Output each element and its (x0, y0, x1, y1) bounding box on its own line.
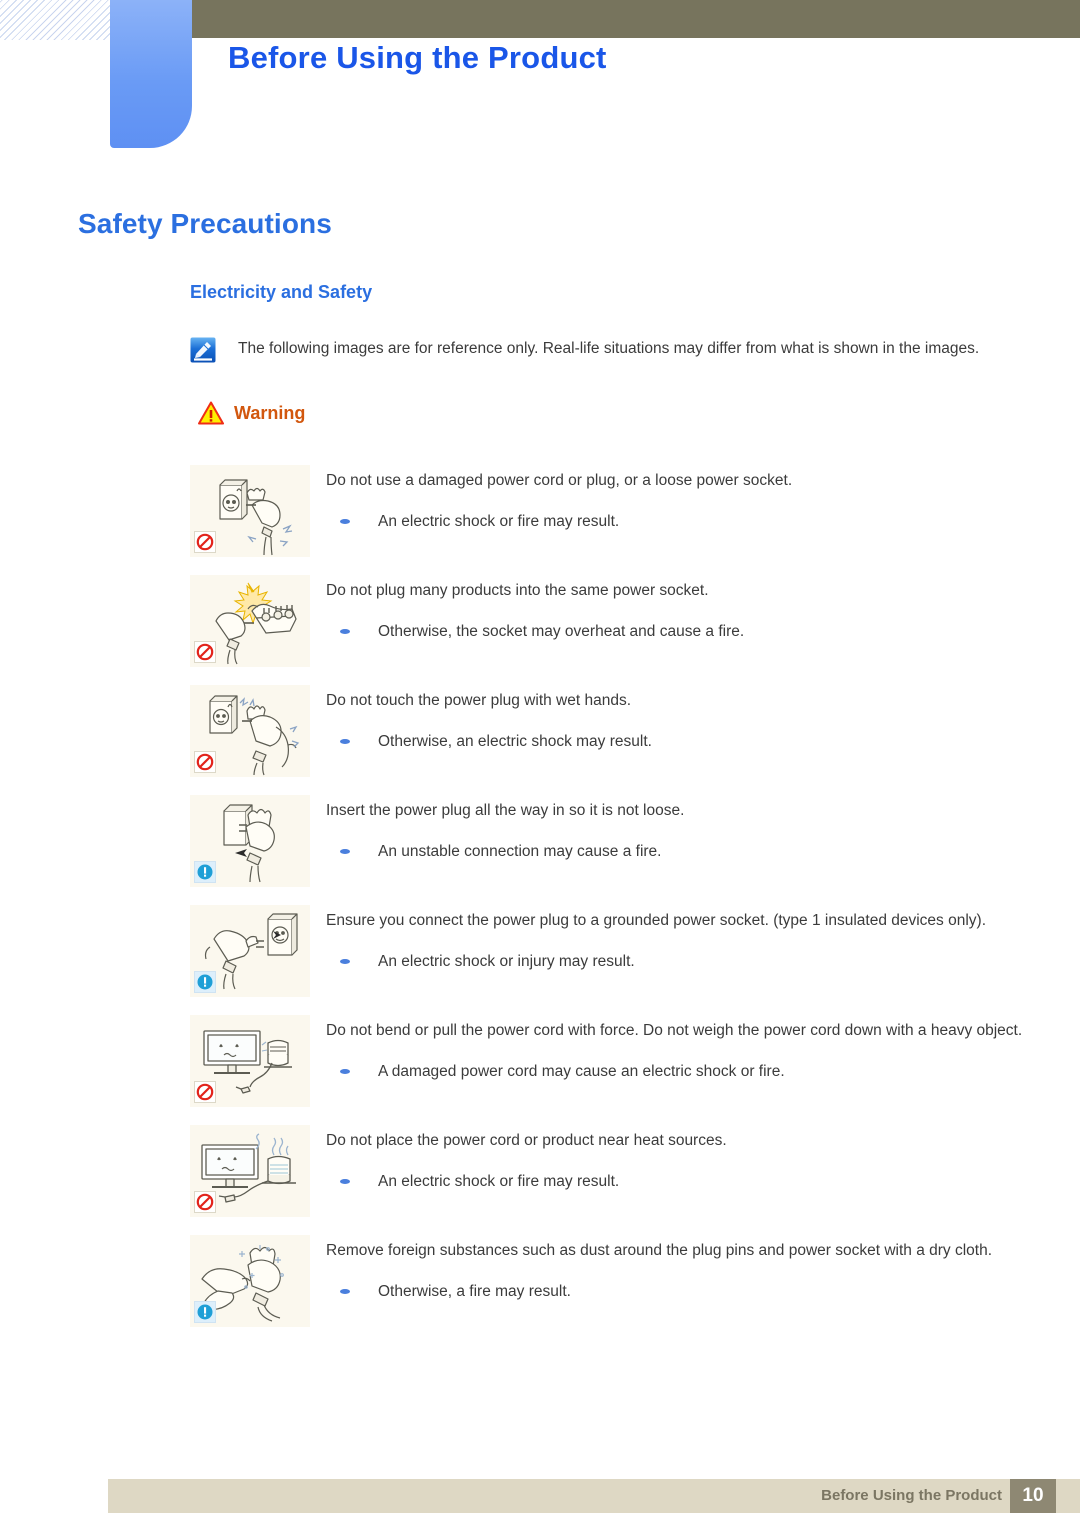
advice-head: Ensure you connect the power plug to a g… (326, 912, 987, 929)
advice-body: Ensure you connect the power plug to a g… (326, 905, 1026, 975)
advice-head: Do not touch the power plug with wet han… (326, 692, 632, 709)
prohibition-icon (194, 751, 216, 773)
advice-sub: Otherwise, an electric shock may result. (326, 728, 1026, 755)
warning-heading: Warning (198, 401, 1080, 425)
advice-sub-text: An electric shock or injury may result. (378, 953, 635, 970)
bullet-icon (340, 1069, 350, 1074)
list-item: Ensure you connect the power plug to a g… (0, 905, 1080, 997)
advice-sub: A damaged power cord may cause an electr… (326, 1058, 1026, 1085)
bullet-icon (340, 1179, 350, 1184)
reference-note: The following images are for reference o… (190, 335, 990, 363)
hatch-pattern-decoration (0, 0, 110, 40)
advice-sub-text: An electric shock or fire may result. (378, 513, 620, 530)
bent-cord-monitor-illustration (190, 1015, 310, 1107)
footer-chapter-label: Before Using the Product (821, 1487, 1002, 1504)
page-footer: Before Using the Product 10 (108, 1479, 1080, 1513)
list-item: Do not plug many products into the same … (0, 575, 1080, 667)
list-item: Do not use a damaged power cord or plug,… (0, 465, 1080, 557)
prohibition-icon (194, 1191, 216, 1213)
advice-body: Do not place the power cord or product n… (326, 1125, 1026, 1195)
list-item: Insert the power plug all the way in so … (0, 795, 1080, 887)
list-item: Do not place the power cord or product n… (0, 1125, 1080, 1217)
list-item: Do not touch the power plug with wet han… (0, 685, 1080, 777)
advice-sub: An electric shock or injury may result. (326, 948, 1026, 975)
advice-head: Do not plug many products into the same … (326, 582, 709, 599)
reference-note-text: The following images are for reference o… (238, 340, 980, 357)
advice-body: Do not touch the power plug with wet han… (326, 685, 1026, 755)
grounded-socket-illustration (190, 905, 310, 997)
page-content: Safety Precautions Electricity and Safet… (0, 160, 1080, 1345)
bullet-icon (340, 739, 350, 744)
warning-label: Warning (234, 402, 306, 423)
page-title: Before Using the Product (228, 40, 607, 75)
advice-body: Remove foreign substances such as dust a… (326, 1235, 1026, 1305)
advice-head: Do not place the power cord or product n… (326, 1132, 727, 1149)
advice-head: Insert the power plug all the way in so … (326, 802, 685, 819)
advice-sub-text: An unstable connection may cause a fire. (378, 843, 662, 860)
advice-head: Do not use a damaged power cord or plug,… (326, 472, 793, 489)
prohibition-icon (194, 531, 216, 553)
advice-sub: An electric shock or fire may result. (326, 1168, 1026, 1195)
chapter-title: Safety Precautions (78, 208, 332, 239)
section-title: Electricity and Safety (190, 282, 373, 302)
damaged-plug-socket-illustration (190, 465, 310, 557)
advice-body: Do not bend or pull the power cord with … (326, 1015, 1026, 1085)
safety-advice-list: Do not use a damaged power cord or plug,… (0, 465, 1080, 1327)
wet-hands-plug-illustration (190, 685, 310, 777)
advice-sub-text: A damaged power cord may cause an electr… (378, 1063, 785, 1080)
header-blue-tab (110, 0, 192, 148)
clean-plug-cloth-illustration (190, 1235, 310, 1327)
mandatory-icon (194, 861, 216, 883)
overloaded-power-strip-illustration (190, 575, 310, 667)
prohibition-icon (194, 641, 216, 663)
bullet-icon (340, 1289, 350, 1294)
advice-sub: An unstable connection may cause a fire. (326, 838, 1026, 865)
advice-sub-text: An electric shock or fire may result. (378, 1173, 620, 1190)
advice-body: Do not plug many products into the same … (326, 575, 1026, 645)
mandatory-icon (194, 1301, 216, 1323)
page-number: 10 (1010, 1479, 1056, 1513)
advice-head: Remove foreign substances such as dust a… (326, 1242, 993, 1259)
advice-body: Insert the power plug all the way in so … (326, 795, 1026, 865)
bullet-icon (340, 959, 350, 964)
list-item: Do not bend or pull the power cord with … (0, 1015, 1080, 1107)
warning-triangle-icon (198, 401, 224, 425)
mandatory-icon (194, 971, 216, 993)
bullet-icon (340, 849, 350, 854)
bullet-icon (340, 519, 350, 524)
advice-body: Do not use a damaged power cord or plug,… (326, 465, 1026, 535)
advice-sub: An electric shock or fire may result. (326, 508, 1026, 535)
advice-sub-text: Otherwise, the socket may overheat and c… (378, 623, 745, 640)
advice-sub: Otherwise, a fire may result. (326, 1278, 1026, 1305)
advice-head: Do not bend or pull the power cord with … (326, 1022, 1023, 1039)
prohibition-icon (194, 1081, 216, 1103)
page-header: Before Using the Product (0, 0, 1080, 160)
header-olive-band (190, 0, 1080, 38)
list-item: Remove foreign substances such as dust a… (0, 1235, 1080, 1327)
heat-source-monitor-illustration (190, 1125, 310, 1217)
advice-sub-text: Otherwise, an electric shock may result. (378, 733, 652, 750)
advice-sub: Otherwise, the socket may overheat and c… (326, 618, 1026, 645)
advice-sub-text: Otherwise, a fire may result. (378, 1283, 571, 1300)
note-pen-icon (190, 337, 216, 363)
bullet-icon (340, 629, 350, 634)
insert-plug-fully-illustration (190, 795, 310, 887)
